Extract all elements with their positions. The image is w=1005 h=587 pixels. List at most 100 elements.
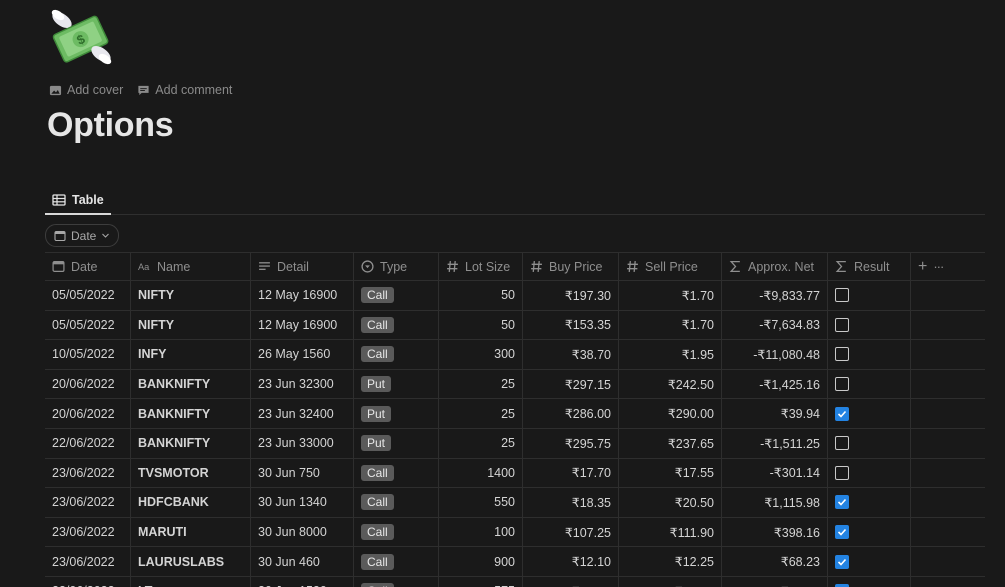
sell-price-cell[interactable]: ₹242.50 xyxy=(619,369,722,399)
lot-size-cell[interactable]: 50 xyxy=(439,281,523,310)
name-cell[interactable]: INFY xyxy=(131,340,251,369)
buy-price-cell[interactable]: ₹197.30 xyxy=(523,281,619,310)
approx-net-cell[interactable]: -₹7,634.83 xyxy=(722,310,828,340)
lot-size-cell[interactable]: 300 xyxy=(439,340,523,369)
date-cell[interactable]: 20/06/2022 xyxy=(45,369,131,399)
table-row[interactable]: 23/06/2022LT30 Jun 1520 Call 575₹17.50₹17.… xyxy=(45,576,985,587)
lot-size-cell[interactable]: 25 xyxy=(439,369,523,399)
approx-net-cell[interactable]: -₹1,425.16 xyxy=(722,369,828,399)
type-cell[interactable]: Put xyxy=(354,428,439,458)
sell-price-cell[interactable]: ₹290.00 xyxy=(619,399,722,428)
detail-cell[interactable]: 23 Jun 32300 xyxy=(251,369,354,399)
detail-cell[interactable]: 30 Jun 1520 xyxy=(251,576,354,587)
result-cell[interactable] xyxy=(828,517,911,547)
approx-net-cell[interactable]: -₹11,080.48 xyxy=(722,340,828,369)
lot-size-cell[interactable]: 1400 xyxy=(439,458,523,488)
detail-cell[interactable]: 23 Jun 33000 xyxy=(251,428,354,458)
name-cell[interactable]: MARUTI xyxy=(131,517,251,547)
buy-price-cell[interactable]: ₹12.10 xyxy=(523,547,619,576)
sell-price-cell[interactable]: ₹111.90 xyxy=(619,517,722,547)
date-cell[interactable]: 23/06/2022 xyxy=(45,547,131,576)
detail-cell[interactable]: 30 Jun 750 xyxy=(251,458,354,488)
column-header-lot-size[interactable]: Lot Size xyxy=(439,253,523,280)
detail-cell[interactable]: 26 May 1560 xyxy=(251,340,354,369)
column-header-date[interactable]: Date xyxy=(45,253,131,280)
name-cell[interactable]: TVSMOTOR xyxy=(131,458,251,488)
table-row[interactable]: 23/06/2022 MARUTI 30 Jun 8000 Call 100 ₹107.2… xyxy=(45,517,985,548)
buy-price-cell[interactable]: ₹286.00 xyxy=(523,399,619,428)
sell-price-cell[interactable]: ₹1.95 xyxy=(619,340,722,369)
table-row[interactable]: 23/06/2022 HDFCBANK 30 Jun 1340 Call 550 ₹18.… xyxy=(45,488,985,518)
date-cell[interactable]: 22/06/2022 xyxy=(45,428,131,458)
type-cell[interactable]: Put xyxy=(354,369,439,399)
type-cell[interactable]: Call xyxy=(354,547,439,576)
date-cell[interactable]: 23/06/2022 xyxy=(45,576,131,587)
sell-price-cell[interactable]: ₹20.50 xyxy=(619,488,722,517)
approx-net-cell[interactable]: -₹1,511.25 xyxy=(722,428,828,458)
table-row[interactable]: 05/05/2022 NIFTY 12 May 16900 Call 50 ₹197.30… xyxy=(45,281,985,311)
type-cell[interactable]: Call xyxy=(354,488,439,517)
result-checkbox[interactable] xyxy=(835,465,849,480)
result-checkbox[interactable] xyxy=(835,317,849,332)
type-cell[interactable]: Call xyxy=(354,576,439,587)
name-cell[interactable]: NIFTY xyxy=(131,281,251,310)
date-cell[interactable]: 05/05/2022 xyxy=(45,310,131,340)
lot-size-cell[interactable]: 25 xyxy=(439,428,523,458)
result-cell[interactable] xyxy=(828,488,911,517)
result-checkbox-checked[interactable] xyxy=(835,406,849,421)
buy-price-cell[interactable]: ₹17.70 xyxy=(523,458,619,488)
approx-net-cell[interactable]: ₹398.16 xyxy=(722,517,828,547)
result-cell[interactable] xyxy=(828,547,911,576)
approx-net-cell[interactable]: -₹301.14 xyxy=(722,458,828,488)
buy-price-cell[interactable]: ₹153.35 xyxy=(523,310,619,340)
table-row[interactable]: 20/06/2022 BANKNIFTY 23 Jun 32300 Put 25 ₹297… xyxy=(45,369,985,400)
approx-net-cell[interactable]: ₹39.94 xyxy=(722,399,828,428)
type-cell[interactable]: Call xyxy=(354,517,439,547)
result-cell[interactable] xyxy=(828,340,911,369)
result-checkbox[interactable] xyxy=(835,436,849,451)
sell-price-cell[interactable]: ₹1.70 xyxy=(619,281,722,310)
column-header-approx-net[interactable]: Approx. Net xyxy=(722,253,828,280)
date-cell[interactable]: 23/06/2022 xyxy=(45,458,131,488)
result-cell[interactable] xyxy=(828,369,911,399)
approx-net-cell[interactable]: ₹68.23 xyxy=(722,547,828,576)
buy-price-cell[interactable]: ₹107.25 xyxy=(523,517,619,547)
add-property-button[interactable]: + xyxy=(918,258,927,276)
column-header-result[interactable]: Result xyxy=(828,253,911,280)
table-row[interactable]: 05/05/2022 NIFTY 12 May 16900 Call 50 ₹153.35… xyxy=(45,310,985,341)
lot-size-cell[interactable]: 900 xyxy=(439,547,523,576)
column-header-sell-price[interactable]: Sell Price xyxy=(619,253,722,280)
date-cell[interactable]: 05/05/2022 xyxy=(45,281,131,310)
sell-price-cell[interactable]: ₹17.55 xyxy=(619,458,722,488)
buy-price-cell[interactable]: ₹18.35 xyxy=(523,488,619,517)
sell-price-cell[interactable]: ₹17.70 xyxy=(619,576,722,587)
type-cell[interactable]: Call xyxy=(354,281,439,310)
lot-size-cell[interactable]: 50 xyxy=(439,310,523,340)
date-cell[interactable]: 23/06/2022 xyxy=(45,517,131,547)
date-cell[interactable]: 23/06/2022 xyxy=(45,488,131,517)
lot-size-cell[interactable]: 575 xyxy=(439,576,523,587)
approx-net-cell[interactable]: -₹9,833.77 xyxy=(722,281,828,310)
sell-price-cell[interactable]: ₹1.70 xyxy=(619,310,722,340)
detail-cell[interactable]: 30 Jun 460 xyxy=(251,547,354,576)
lot-size-cell[interactable]: 25 xyxy=(439,399,523,428)
lot-size-cell[interactable]: 550 xyxy=(439,488,523,517)
result-cell[interactable] xyxy=(828,428,911,458)
approx-net-cell[interactable]: ₹1,115.98 xyxy=(722,488,828,517)
detail-cell[interactable]: 12 May 16900 xyxy=(251,310,354,340)
type-cell[interactable]: Call xyxy=(354,458,439,488)
table-row[interactable]: 23/06/2022 LAURUSLABS 30 Jun 460 Call 900 ₹12… xyxy=(45,547,985,577)
result-cell[interactable] xyxy=(828,399,911,428)
result-cell[interactable] xyxy=(828,310,911,340)
column-header-type[interactable]: Type xyxy=(354,253,439,280)
column-header-name[interactable]: Aa Name xyxy=(131,253,251,280)
result-checkbox-checked[interactable] xyxy=(835,554,849,569)
more-options-button[interactable]: ··· xyxy=(933,259,944,274)
result-cell[interactable] xyxy=(828,576,911,587)
table-row[interactable]: 22/06/2022 BANKNIFTY 23 Jun 33000 Put 25 ₹295… xyxy=(45,428,985,459)
result-checkbox[interactable] xyxy=(835,377,849,392)
detail-cell[interactable]: 12 May 16900 xyxy=(251,281,354,310)
type-cell[interactable]: Put xyxy=(354,399,439,428)
result-checkbox[interactable] xyxy=(835,347,849,362)
name-cell[interactable]: LAURUSLABS xyxy=(131,547,251,576)
